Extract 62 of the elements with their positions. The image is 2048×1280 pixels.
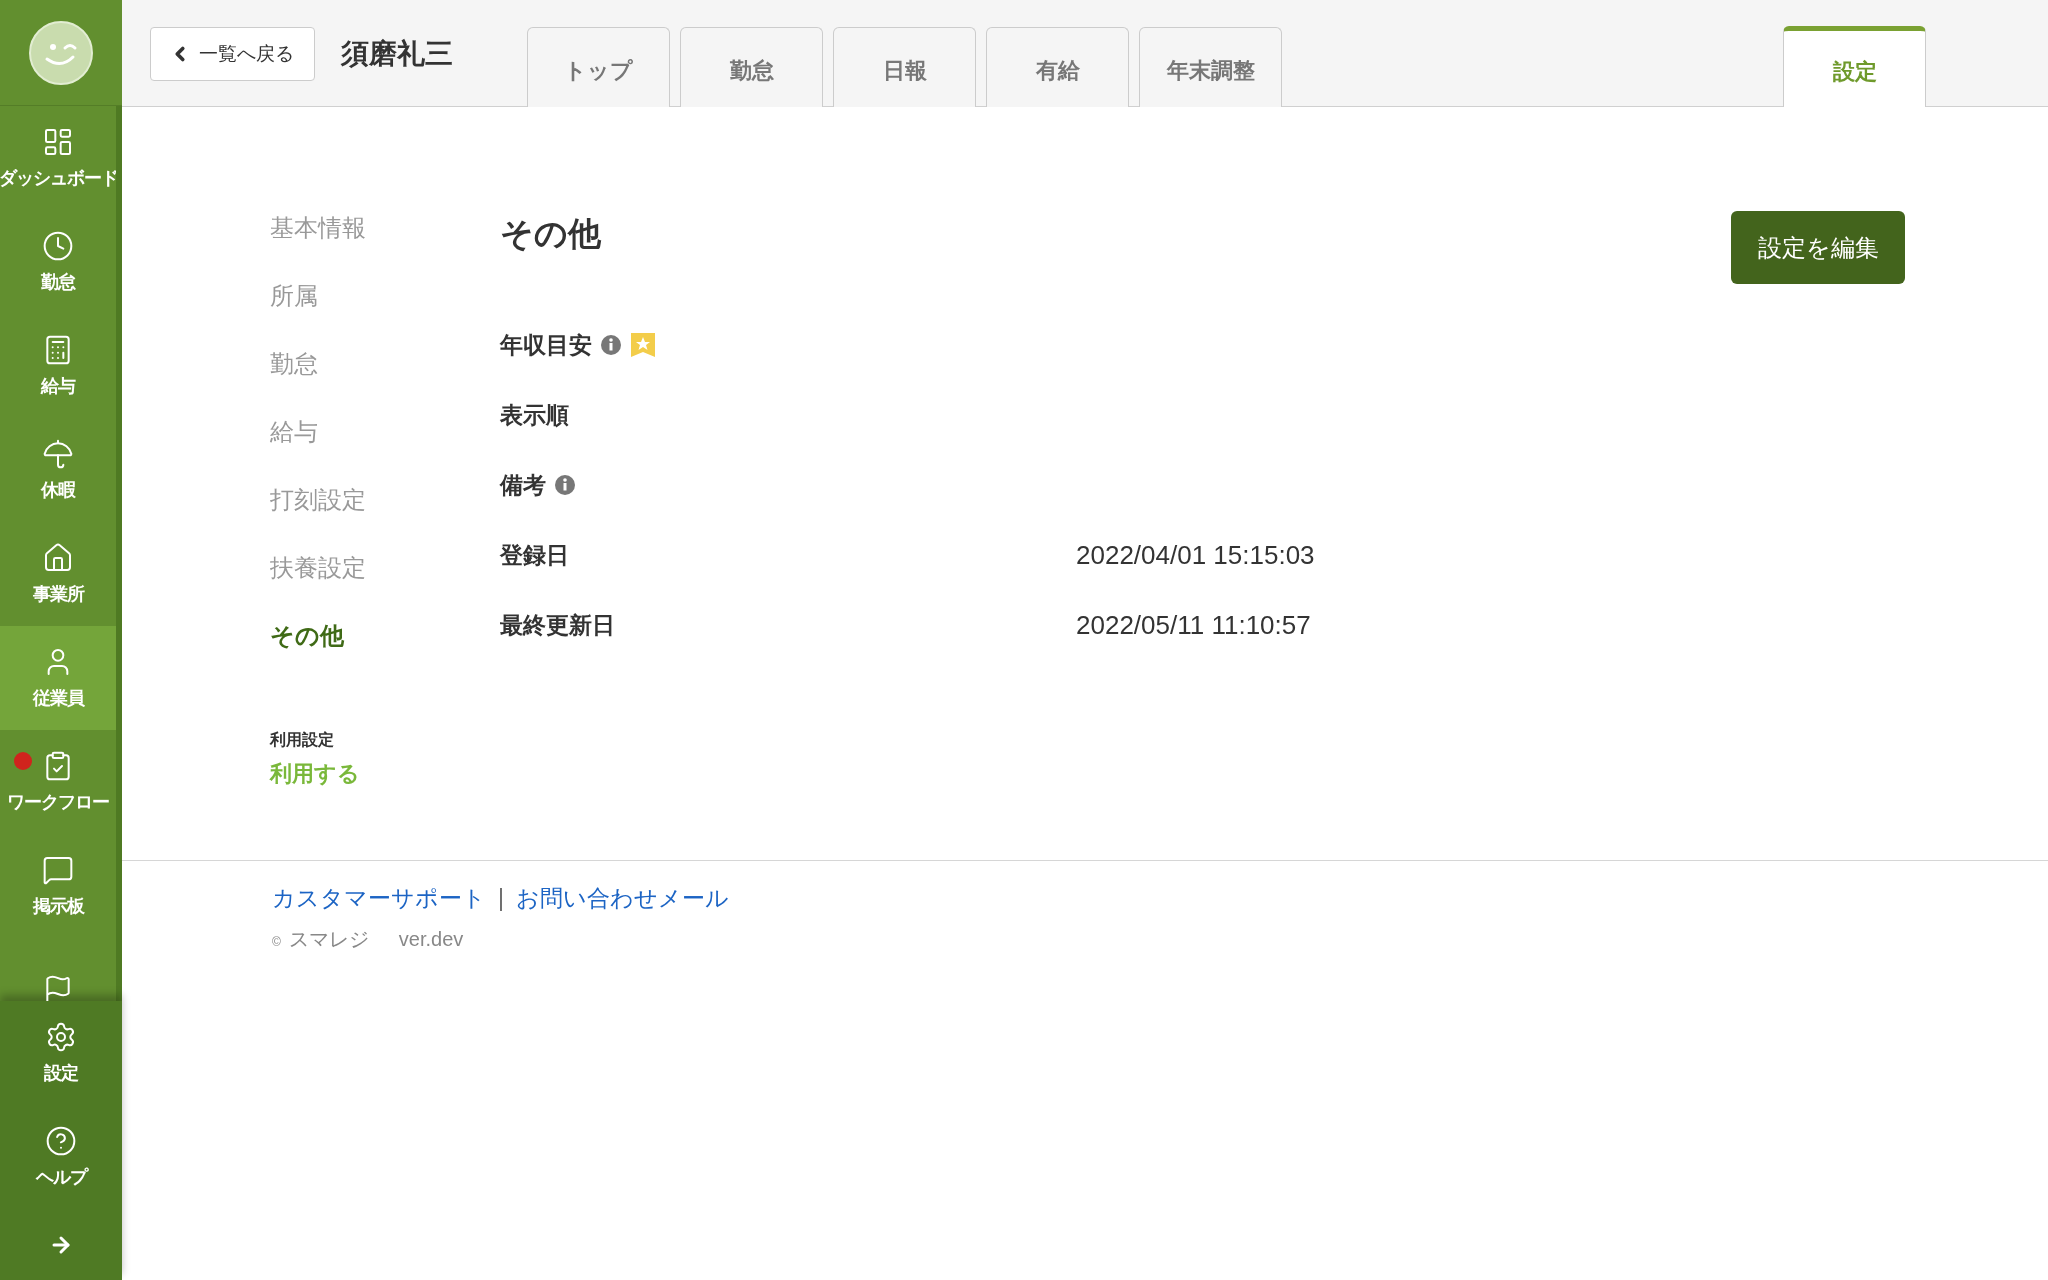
info-icon[interactable] [554, 474, 576, 496]
section-link[interactable]: 所属 [270, 280, 318, 312]
sidebar-label: 掲示板 [32, 895, 84, 918]
home-icon [42, 542, 74, 574]
support-link[interactable]: カスタマーサポート [272, 883, 486, 914]
field-value: 2022/04/01 15:15:03 [1076, 539, 1315, 571]
field-label: 表示順 [500, 400, 569, 430]
edit-settings-button[interactable]: 設定を編集 [1731, 211, 1905, 284]
sidebar-label: 設定 [44, 1062, 78, 1085]
sidebar-label: 事業所 [32, 583, 84, 606]
version-text: ver.dev [398, 928, 464, 951]
section-link[interactable]: 基本情報 [270, 212, 366, 244]
company-name: スマレジ [288, 927, 369, 952]
sidebar-label: 従業員 [32, 687, 84, 710]
back-button[interactable]: 一覧へ戻る [150, 27, 315, 81]
tab[interactable]: 勤怠 [680, 27, 823, 107]
section-link[interactable]: 扶養設定 [270, 552, 366, 584]
copyright-mark: © [272, 935, 281, 949]
sidebar-label: 給与 [41, 375, 75, 398]
sidebar-item[interactable]: 事業所 [0, 522, 116, 626]
employee-name: 須磨礼三 [341, 37, 453, 71]
sidebar-item[interactable]: ダッシュボード [0, 106, 116, 210]
umbrella-icon [42, 438, 74, 470]
section-link[interactable]: 打刻設定 [270, 484, 366, 516]
settings-icon [45, 1021, 77, 1053]
sidebar-item[interactable]: ワークフロー [0, 730, 116, 834]
section-link[interactable]: 勤怠 [270, 348, 318, 380]
section-link[interactable]: 給与 [270, 416, 318, 448]
clock-icon [42, 230, 74, 262]
field-label: 年収目安 [500, 330, 592, 360]
tab[interactable]: 有給 [986, 27, 1129, 107]
chat-bubble-icon [42, 854, 74, 886]
sidebar-item[interactable]: 給与 [0, 314, 116, 418]
sidebar-label: ヘルプ [35, 1166, 87, 1189]
contact-mail-link[interactable]: お問い合わせメール [516, 883, 729, 914]
tab[interactable]: トップ [527, 27, 670, 107]
field-value: 2022/05/11 11:10:57 [1076, 609, 1311, 641]
sidebar-item[interactable]: ヘルプ [0, 1105, 122, 1209]
sidebar-item[interactable]: 休暇 [0, 418, 116, 522]
field-label: 登録日 [500, 540, 569, 570]
usage-setting-value: 利用する [270, 760, 361, 788]
smiley-logo-icon[interactable] [29, 20, 93, 85]
sidebar-label: ダッシュボード [0, 167, 116, 190]
field-label: 最終更新日 [500, 610, 615, 640]
help-icon [45, 1125, 77, 1157]
dashboard-icon [42, 126, 74, 158]
section-link[interactable]: その他 [270, 620, 344, 652]
sidebar-item[interactable]: 設定 [0, 1001, 122, 1105]
sidebar-label: 勤怠 [41, 271, 75, 294]
info-icon[interactable] [600, 334, 622, 356]
tab[interactable]: 年末調整 [1139, 27, 1282, 107]
sidebar-item[interactable]: 勤怠 [0, 210, 116, 314]
section-title: その他 [500, 214, 601, 254]
tab[interactable]: 日報 [833, 27, 976, 107]
sidebar-item[interactable]: 掲示板 [0, 834, 116, 938]
usage-setting-label: 利用設定 [270, 730, 335, 750]
sidebar-label: 休暇 [41, 479, 75, 502]
field-label: 備考 [500, 470, 546, 500]
link-separator: | [498, 885, 504, 912]
tab[interactable]: 設定 [1783, 26, 1926, 107]
sidebar-label: ワークフロー [7, 791, 109, 814]
sidebar-item[interactable]: 従業員 [0, 626, 116, 730]
